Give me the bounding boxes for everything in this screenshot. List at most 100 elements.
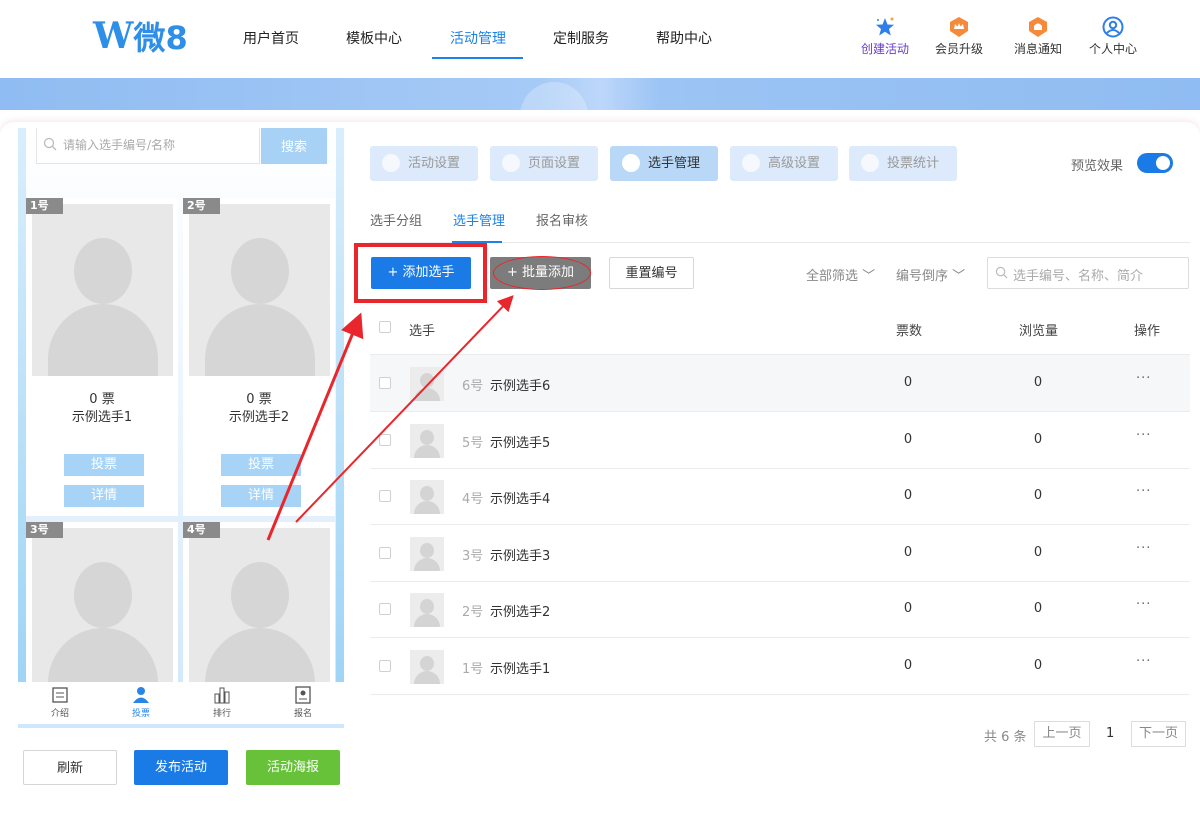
nav-custom-service[interactable]: 定制服务 bbox=[553, 28, 609, 48]
tab-label: 高级设置 bbox=[768, 156, 821, 171]
create-activity-label: 创建活动 bbox=[860, 42, 909, 56]
row-checkbox[interactable] bbox=[379, 546, 391, 559]
tab-label: 页面设置 bbox=[528, 156, 581, 171]
logo-mark: W bbox=[93, 15, 133, 57]
filter-all-dropdown[interactable]: 全部筛选 ﹀ bbox=[806, 265, 875, 284]
col-header-views: 浏览量 bbox=[1019, 324, 1059, 339]
crown-badge-icon bbox=[950, 17, 968, 37]
more-actions-icon[interactable]: ··· bbox=[1136, 597, 1151, 612]
preview-search-input[interactable]: 请输入选手编号/名称 bbox=[36, 128, 260, 164]
top-header: W 微8 用户首页 模板中心 活动管理 定制服务 帮助中心 创建活动 会员升级 … bbox=[0, 0, 1200, 78]
col-header-ops: 操作 bbox=[1134, 324, 1161, 339]
tabbar-signup[interactable]: 报名 bbox=[278, 686, 328, 719]
player-search-input[interactable]: 选手编号、名称、简介 bbox=[987, 257, 1189, 289]
player-card-3[interactable]: 3号 bbox=[26, 522, 178, 682]
next-page-button[interactable]: 下一页 bbox=[1131, 721, 1186, 747]
user-circle-icon bbox=[1102, 16, 1124, 38]
star-icon bbox=[876, 17, 894, 36]
nav-activity-manage[interactable]: 活动管理 bbox=[450, 28, 506, 48]
player-card-2[interactable]: 2号 0 票 示例选手2 投票 详情 bbox=[183, 198, 335, 516]
player-number: 6号 bbox=[462, 379, 484, 394]
tabbar-vote[interactable]: 投票 bbox=[116, 686, 166, 719]
subtab-player-management[interactable]: 选手管理 bbox=[453, 210, 505, 229]
nav-user-home[interactable]: 用户首页 bbox=[243, 28, 299, 48]
player-photo bbox=[32, 204, 173, 376]
refresh-button[interactable]: 刷新 bbox=[23, 750, 117, 785]
player-avatar bbox=[410, 536, 444, 571]
create-activity-action[interactable]: 创建活动 bbox=[850, 16, 920, 57]
activity-poster-button[interactable]: 活动海报 bbox=[246, 750, 340, 785]
prev-page-button[interactable]: 上一页 bbox=[1034, 721, 1090, 747]
message-notify-action[interactable]: 消息通知 bbox=[1003, 16, 1073, 57]
row-checkbox[interactable] bbox=[379, 603, 391, 615]
table-row[interactable]: 2号 示例选手2 0 0 ··· bbox=[370, 581, 1190, 638]
more-actions-icon[interactable]: ··· bbox=[1136, 541, 1151, 556]
renumber-button[interactable]: 重置编号 bbox=[609, 257, 694, 289]
select-all-checkbox[interactable] bbox=[379, 321, 391, 333]
player-avatar bbox=[410, 480, 444, 514]
player-card-1[interactable]: 1号 0 票 示例选手1 投票 详情 bbox=[26, 198, 178, 516]
more-actions-icon[interactable]: ··· bbox=[1136, 371, 1151, 386]
table-row[interactable]: 5号 示例选手5 0 0 ··· bbox=[370, 412, 1190, 469]
publish-activity-button[interactable]: 发布活动 bbox=[134, 750, 228, 785]
player-votes: 0 bbox=[903, 657, 913, 673]
more-actions-icon[interactable]: ··· bbox=[1136, 654, 1151, 669]
preview-toggle[interactable] bbox=[1137, 153, 1173, 173]
vote-button[interactable]: 投票 bbox=[64, 454, 144, 476]
subtab-player-group[interactable]: 选手分组 bbox=[370, 210, 422, 229]
player-votes: 0 bbox=[903, 375, 913, 390]
row-checkbox[interactable] bbox=[379, 659, 391, 672]
more-actions-icon[interactable]: ··· bbox=[1136, 428, 1151, 443]
heart-icon bbox=[382, 154, 400, 172]
table-row[interactable]: 1号 示例选手1 0 0 ··· bbox=[370, 638, 1190, 695]
player-name: 示例选手3 bbox=[490, 548, 551, 564]
current-page[interactable]: 1 bbox=[1106, 726, 1114, 741]
vote-button[interactable]: 投票 bbox=[221, 454, 301, 476]
tab-label: 投票统计 bbox=[887, 156, 940, 171]
search-icon bbox=[43, 137, 57, 151]
message-notify-label: 消息通知 bbox=[1013, 42, 1062, 56]
tab-advanced-settings[interactable]: 高级设置 bbox=[730, 146, 838, 181]
detail-button[interactable]: 详情 bbox=[64, 485, 144, 507]
tabbar-ranking[interactable]: 排行 bbox=[197, 686, 247, 719]
player-avatar bbox=[410, 593, 444, 627]
more-actions-icon[interactable]: ··· bbox=[1136, 484, 1151, 499]
row-checkbox[interactable] bbox=[379, 377, 391, 389]
nav-active-underline bbox=[432, 57, 523, 59]
player-number-tag: 4号 bbox=[183, 522, 220, 538]
sort-dropdown[interactable]: 编号倒序 ﹀ bbox=[896, 265, 965, 284]
table-row[interactable]: 6号 示例选手6 0 0 ··· bbox=[370, 355, 1190, 412]
player-number-tag: 3号 bbox=[26, 522, 63, 538]
person-icon bbox=[622, 154, 640, 172]
player-views: 0 bbox=[1033, 544, 1043, 560]
player-card-4[interactable]: 4号 bbox=[183, 522, 335, 682]
person-icon bbox=[133, 687, 149, 703]
table-row[interactable]: 4号 示例选手4 0 0 ··· bbox=[370, 468, 1190, 525]
logo[interactable]: W 微8 bbox=[93, 15, 188, 57]
player-votes: 0 票 bbox=[89, 392, 115, 407]
player-views: 0 bbox=[1033, 488, 1043, 503]
nav-template-center[interactable]: 模板中心 bbox=[346, 28, 402, 48]
settings-icon bbox=[742, 154, 760, 172]
player-views: 0 bbox=[1033, 375, 1043, 390]
table-row[interactable]: 3号 示例选手3 0 0 ··· bbox=[370, 525, 1190, 582]
preview-search-button[interactable]: 搜索 bbox=[261, 128, 327, 164]
tabbar-ranking-label: 排行 bbox=[212, 709, 231, 719]
member-upgrade-action[interactable]: 会员升级 bbox=[924, 16, 994, 57]
detail-button[interactable]: 详情 bbox=[221, 485, 301, 507]
tab-activity-settings[interactable]: 活动设置 bbox=[370, 146, 478, 181]
player-name: 示例选手2 bbox=[490, 605, 551, 620]
row-checkbox[interactable] bbox=[379, 490, 391, 502]
col-header-votes: 票数 bbox=[896, 324, 923, 339]
subtab-signup-review[interactable]: 报名审核 bbox=[536, 210, 588, 229]
tab-page-settings[interactable]: 页面设置 bbox=[490, 146, 598, 181]
personal-center-action[interactable]: 个人中心 bbox=[1078, 16, 1148, 57]
tabbar-intro[interactable]: 介绍 bbox=[35, 686, 85, 719]
tab-vote-statistics[interactable]: 投票统计 bbox=[849, 146, 957, 181]
row-checkbox[interactable] bbox=[379, 433, 391, 446]
player-votes: 0 bbox=[903, 488, 913, 503]
chevron-down-icon: ﹀ bbox=[952, 269, 966, 284]
nav-help-center[interactable]: 帮助中心 bbox=[656, 28, 712, 48]
member-upgrade-label: 会员升级 bbox=[934, 42, 983, 56]
tab-player-management[interactable]: 选手管理 bbox=[610, 146, 718, 181]
